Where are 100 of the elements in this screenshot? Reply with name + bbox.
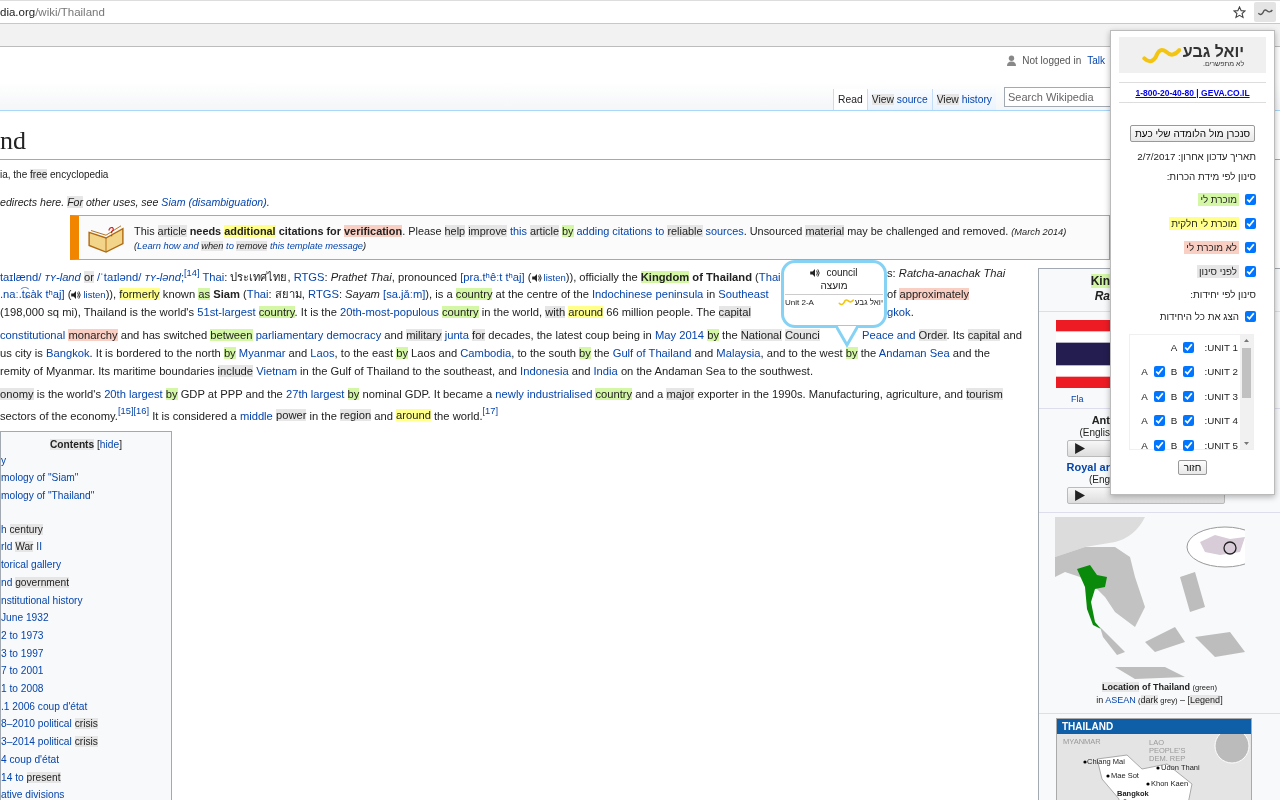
unit-part-label: A [1141,390,1148,402]
show-all-checkbox[interactable] [1245,311,1256,322]
text-link[interactable]: [pra.tʰêːt tʰaj] [460,270,525,283]
highlighted-word: region [340,409,372,422]
unit-checkbox[interactable] [1183,366,1195,378]
text-link[interactable]: sources [705,224,744,237]
text-link[interactable]: 27th largest [285,387,345,400]
scrollbar[interactable] [1240,335,1253,449]
contents-item[interactable]: nd government [1,573,171,592]
unit-checkbox[interactable] [1183,390,1195,402]
show-all-label: הצג את כל היחידות [1159,311,1239,322]
unit-checkbox[interactable] [1183,439,1195,451]
play-icon[interactable] [1074,490,1085,501]
unit-part-label: A [1170,341,1178,353]
contents-item[interactable]: rld War II [1,538,171,557]
text-link[interactable]: Southeast [718,288,769,301]
filter-checkbox[interactable] [1245,194,1256,205]
contents-item[interactable]: 3–2014 political crisis [1,733,171,751]
anthem-title[interactable]: Royal ar [1066,461,1110,474]
text-link[interactable]: 20th largest [104,387,163,400]
text-link[interactable]: Gulf of Thailand [612,347,692,360]
contents-item[interactable]: 4 coup d'état [1,750,171,769]
unit-checkbox[interactable] [1183,341,1195,353]
text-link[interactable]: Peace and [862,329,916,342]
text-link[interactable]: /ˈtaɪlənd/ ᴛʏ-lənd; [96,270,184,283]
contents-item[interactable]: 1 to 2008 [1,680,171,698]
text-link[interactable]: constitutional [0,329,66,342]
text-link[interactable]: RTGS [308,288,339,301]
text-link[interactable]: Bangkok [46,347,90,360]
contents-item[interactable]: June 1932 [1,609,171,627]
text-link[interactable]: newly industrialised [495,387,593,400]
text-link[interactable]: [15][16] [117,409,150,422]
text-link[interactable]: Learn how and [137,240,199,251]
contents-item[interactable]: 8–2010 political crisis [1,715,171,734]
text-link[interactable]: to [226,240,234,251]
text-link[interactable]: 51st-largest [197,306,256,319]
listen-link[interactable]: listen [71,289,106,301]
text-link[interactable]: May 2014 [654,329,705,342]
unit-part-label: A [1141,415,1148,427]
text-link[interactable]: Malaysia [716,347,761,360]
listen-link[interactable]: listen [531,271,566,283]
extension-button[interactable] [1254,2,1276,22]
unit-checkbox[interactable] [1183,415,1195,427]
text-link[interactable]: taɪlænd/ ᴛʏ-land [0,270,81,283]
text-link[interactable]: Myanmar [238,347,286,360]
text-link[interactable]: [17] [482,409,499,422]
unit-label: Unit 2-A [785,297,814,307]
hide-toggle[interactable]: [hide] [97,438,122,450]
text-link[interactable]: [14] [184,270,200,283]
text-link[interactable]: Siam (disambiguation) [161,196,267,208]
text-link[interactable]: adding citations to [576,224,665,237]
back-button[interactable]: חזור [1177,460,1208,475]
unit-checkbox[interactable] [1153,415,1165,427]
contents-item[interactable]: ative divisions [1,786,171,800]
talk-link[interactable]: Talk [1087,55,1105,66]
contents-item[interactable]: mology of "Siam" [1,469,171,487]
unit-checkbox[interactable] [1153,366,1165,378]
text-link[interactable]: this [509,224,527,237]
text-link[interactable]: ASEAN [1105,695,1136,705]
text-link[interactable]: Thai [758,270,781,283]
star-icon[interactable] [1233,5,1246,19]
page-tab[interactable]: View source [866,89,932,110]
highlighted-word: military [406,329,442,342]
page-tab[interactable]: Read [833,89,867,110]
text-link[interactable]: Andaman Sea [878,347,950,360]
play-icon[interactable] [1074,443,1085,454]
contents-item[interactable]: 14 to present [1,768,171,787]
contents-item[interactable]: h century [1,520,171,539]
address-bar[interactable]: dia.org/wiki/Thailand [0,1,1233,23]
text-link[interactable]: Vietnam [256,364,297,377]
filter-checkbox[interactable] [1245,242,1256,253]
text-link[interactable]: Indochinese peninsula [592,288,704,301]
text-link[interactable]: parliamentary democracy [255,329,382,342]
text-link[interactable]: Laos [310,347,335,360]
contents-item[interactable]: y [1,451,171,470]
contents-item[interactable]: .1 2006 coup d'état [1,697,171,716]
contents-item[interactable]: 3 to 1997 [1,644,171,663]
map-title: THAILAND [1057,719,1251,734]
contents-item[interactable]: 7 to 2001 [1,662,171,681]
contents-item[interactable]: nstitutional history [1,591,171,610]
contents-item[interactable]: torical gallery [1,556,171,574]
sync-button[interactable]: סנכרן מול הלומדה שלי כעת [1129,125,1256,142]
text-link[interactable]: [sa.jǎːm] [383,288,426,301]
unit-checkbox[interactable] [1153,439,1165,451]
filter-checkbox[interactable] [1245,266,1256,277]
text-link[interactable]: Thai [246,288,269,301]
text-link[interactable]: Indonesia [520,364,569,377]
text-link[interactable]: middle [239,409,273,422]
contents-item[interactable]: mology of "Thailand" [1,487,171,505]
text-link[interactable]: RTGS [293,270,325,283]
text-link[interactable]: India [593,364,618,377]
text-link[interactable]: gkok [887,306,911,319]
text-link[interactable]: junta [444,329,469,342]
text-link[interactable]: 20th-most-populous [340,306,439,319]
page-tab[interactable]: View history [931,89,996,110]
filter-checkbox[interactable] [1245,218,1256,229]
contents-item[interactable]: 2 to 1973 [1,626,171,645]
unit-checkbox[interactable] [1153,390,1165,402]
flag-caption[interactable]: Fla [1071,394,1084,404]
text-link[interactable]: .naː.t͡ɕàk tʰaj] [0,288,65,301]
